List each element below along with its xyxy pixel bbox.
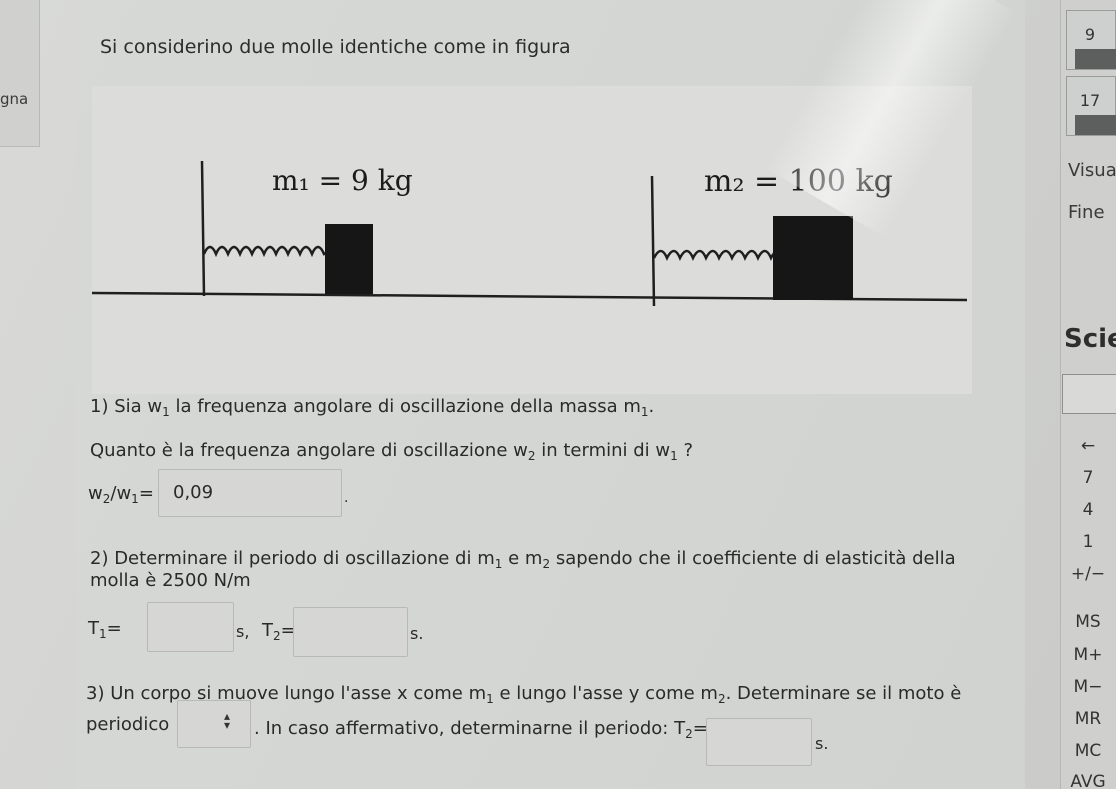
t2-unit: s. [410,624,424,643]
t-period-unit: s. [815,734,829,753]
wall-1 [200,160,206,297]
part2-line1: 2) Determinare il periodo di oscillazion… [90,548,956,571]
calculator-display [1062,374,1116,414]
calc-key-7[interactable]: 7 [1060,468,1116,488]
question-nav-tile-9[interactable]: 9 [1066,10,1116,70]
t-period-input[interactable] [706,718,812,766]
calculator-title: Scie [1064,324,1116,354]
t2-label: T2= [262,620,296,643]
periodic-label: periodico [86,714,170,735]
visualizza-link[interactable]: Visua [1068,160,1116,181]
t2-input[interactable] [293,607,408,657]
ratio-label: w2/w1= [88,483,154,506]
t1-label: T1= [88,618,122,641]
t1-unit: s, [236,622,250,641]
previous-panel-label: gna [0,90,29,108]
tile-status-bar [1075,49,1116,69]
question-intro: Si considerino due molle identiche come … [100,36,571,58]
calc-key-ms[interactable]: MS [1060,612,1116,632]
ratio-answer-input[interactable]: 0,09 [158,469,342,517]
ratio-trailing-dot: . [344,490,349,506]
calc-key-m-plus[interactable]: M+ [1060,645,1116,665]
part1-line2: Quanto è la frequenza angolare di oscill… [90,440,694,463]
mass-1 [325,224,373,294]
calc-key-plus-minus[interactable]: +/− [1060,564,1116,584]
ratio-answer-value: 0,09 [173,482,214,503]
part1-line1: 1) Sia w1 la frequenza angolare di oscil… [90,396,655,419]
calc-key-mr[interactable]: MR [1060,709,1116,729]
calc-key-backspace[interactable]: ← [1060,436,1116,456]
fine-link[interactable]: Fine [1068,202,1105,223]
question-nav-tile-17[interactable]: 17 [1066,76,1116,136]
calc-key-avg[interactable]: AVG [1060,772,1116,789]
select-arrows-icon: ▴ ▾ [224,709,231,732]
mass-2 [773,216,853,300]
spring-1 [202,245,333,258]
part3-line2: . In caso affermativo, determinarne il p… [254,718,708,741]
wall-2 [650,175,656,307]
tile-number: 17 [1079,91,1101,110]
calc-key-1[interactable]: 1 [1060,532,1116,552]
tile-number: 9 [1084,25,1096,44]
calc-key-m-minus[interactable]: M− [1060,677,1116,697]
part2-line2: molla è 2500 N/m [90,570,251,591]
mass-1-label: m₁ = 9 kg [272,164,413,197]
calc-key-mc[interactable]: MC [1060,741,1116,761]
periodic-select[interactable]: ▴ ▾ [177,700,251,748]
previous-panel: gna [0,0,40,147]
tile-status-bar [1075,115,1116,135]
calc-key-4[interactable]: 4 [1060,500,1116,520]
t1-input[interactable] [147,602,234,652]
